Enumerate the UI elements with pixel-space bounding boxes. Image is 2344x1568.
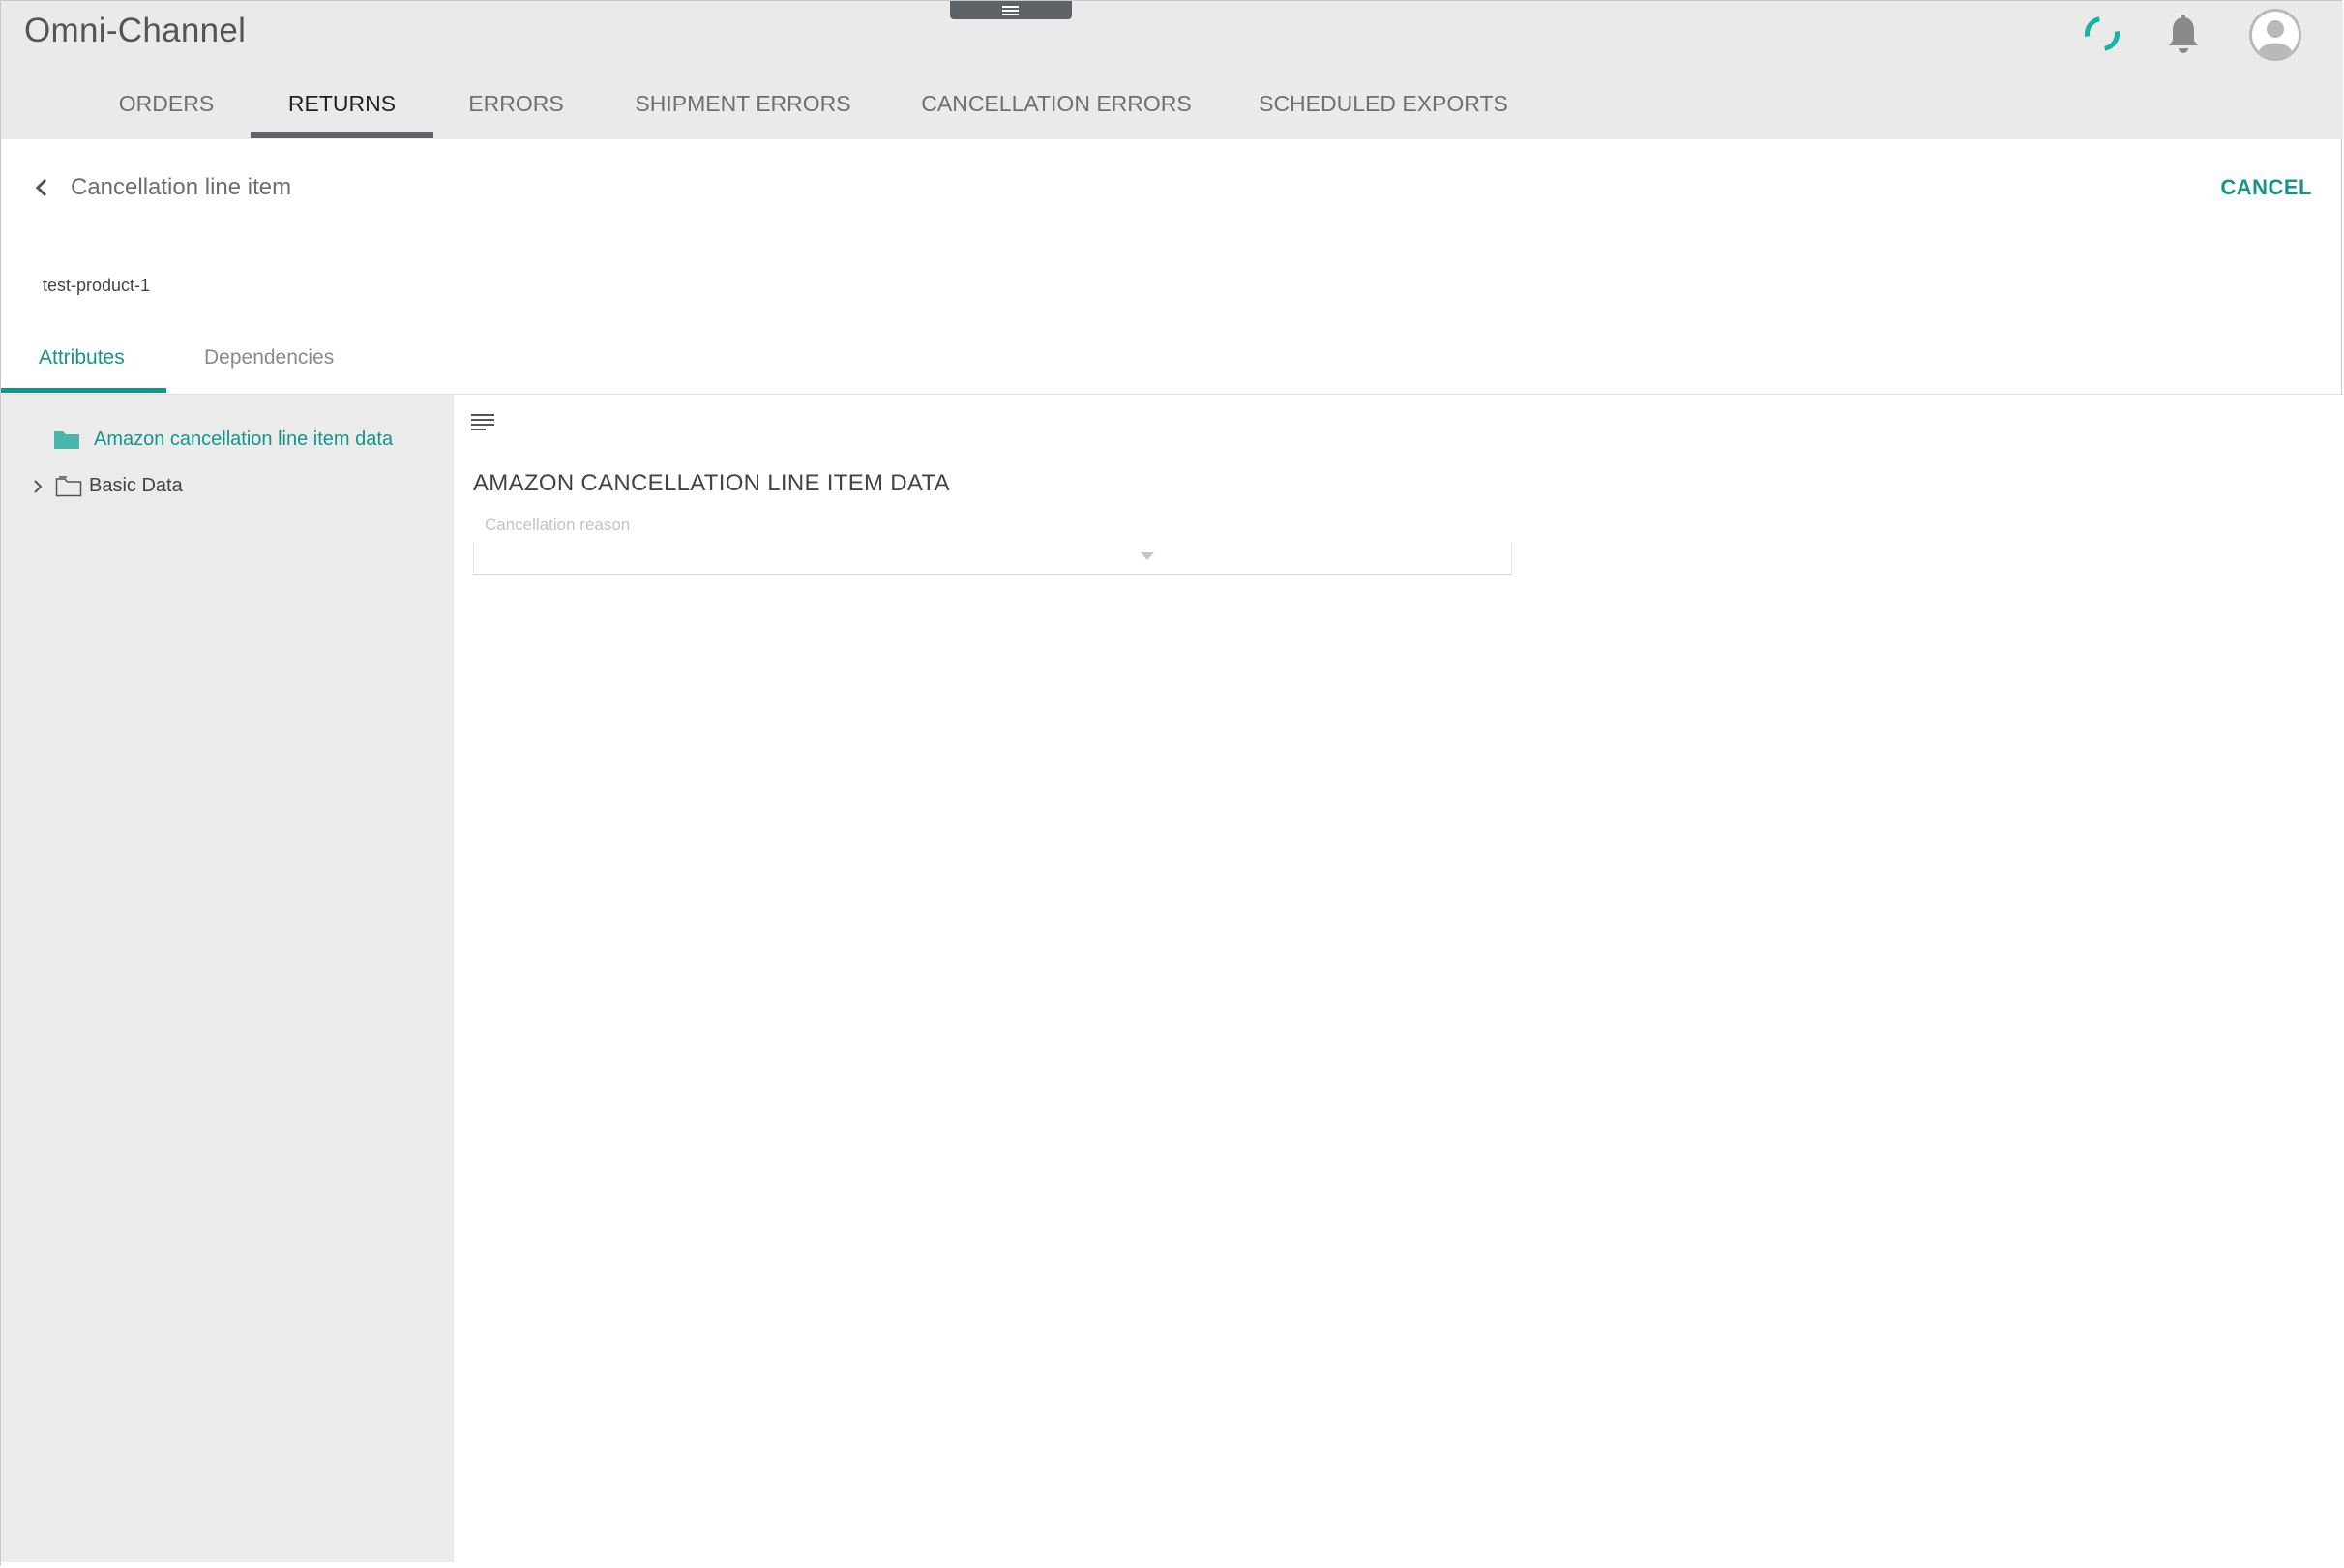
active-subtab-indicator [1, 388, 166, 393]
cancellation-reason-select[interactable] [473, 542, 1512, 575]
attribute-tree-sidebar [1, 395, 454, 1562]
active-tab-indicator [251, 132, 433, 138]
bottom-edge [1, 1562, 2343, 1566]
product-identifier: test-product-1 [43, 276, 151, 295]
menu-line [471, 419, 494, 421]
cancellation-reason-label: Cancellation reason [485, 516, 631, 534]
handle-line [1002, 6, 1019, 8]
handle-line [1002, 14, 1019, 15]
tab-errors[interactable]: ERRORS [455, 87, 578, 139]
tab-attributes[interactable]: Attributes [39, 346, 125, 393]
user-avatar-icon[interactable] [2249, 9, 2301, 61]
app-title: Omni-Channel [24, 12, 247, 49]
menu-lines-icon[interactable] [471, 413, 494, 434]
tab-scheduled-exports[interactable]: SCHEDULED EXPORTS [1248, 87, 1519, 139]
chevron-right-icon[interactable] [31, 477, 45, 496]
avatar-silhouette-icon [2252, 12, 2299, 59]
tab-cancellation-errors[interactable]: CANCELLATION ERRORS [909, 87, 1203, 139]
cancel-button[interactable]: CANCEL [2206, 175, 2312, 200]
tree-item-basic-data[interactable]: Basic Data [89, 475, 183, 497]
section-title: AMAZON CANCELLATION LINE ITEM DATA [473, 470, 950, 496]
back-arrow-icon[interactable] [32, 176, 53, 199]
menu-handle-icon[interactable] [950, 1, 1072, 19]
menu-line [471, 424, 494, 426]
tab-dependencies[interactable]: Dependencies [204, 346, 334, 393]
menu-line [471, 429, 486, 430]
handle-line [1002, 10, 1019, 12]
folder-outline-icon [55, 476, 82, 497]
page-title: Cancellation line item [71, 174, 292, 200]
folder-filled-icon [54, 431, 79, 449]
tab-orders[interactable]: ORDERS [108, 87, 224, 139]
tree-item-amazon-cancellation[interactable]: Amazon cancellation line item data [94, 429, 393, 451]
tab-shipment-errors[interactable]: SHIPMENT ERRORS [619, 87, 867, 139]
bell-icon[interactable] [2165, 14, 2202, 56]
chevron-down-icon [1141, 552, 1154, 560]
menu-line [471, 414, 494, 416]
